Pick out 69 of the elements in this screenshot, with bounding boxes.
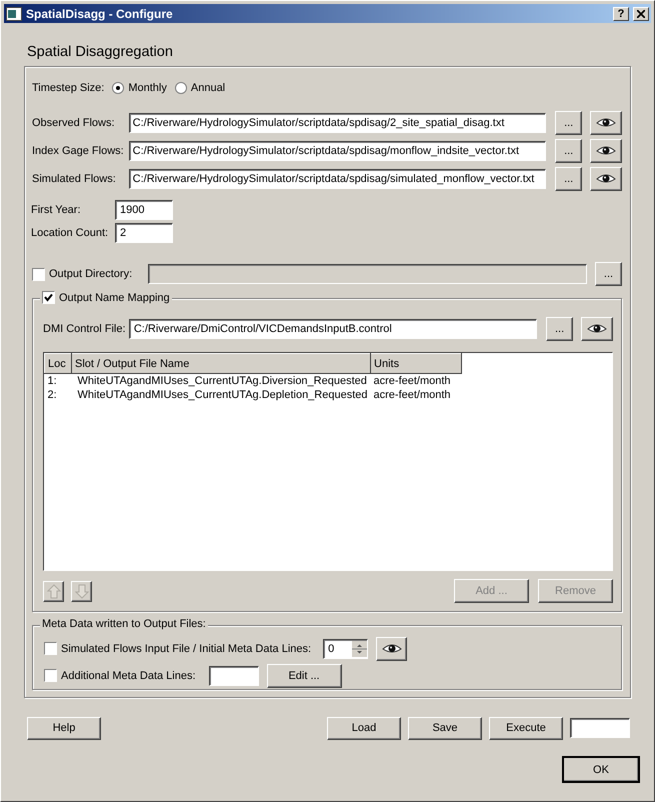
browse-button[interactable]: ... (595, 262, 622, 286)
view-button[interactable] (590, 111, 622, 135)
column-header[interactable]: Units (370, 354, 462, 374)
table-cell: WhiteUTAgandMIUses_CurrentUTAg.Diversion_Requested (72, 374, 371, 388)
help-button[interactable]: Help (27, 716, 101, 740)
column-header[interactable]: Slot / Output File Name (72, 354, 371, 374)
action-button[interactable]: Execute (489, 716, 563, 740)
close-button[interactable] (633, 6, 649, 20)
path-field[interactable]: C:/Riverware/HydrologySimulator/scriptdata/spdisag/monflow_indsite_vector.txt (128, 141, 546, 161)
table-cell-text: WhiteUTAgandMIUses_CurrentUTAg.Depletion_Requested (76, 388, 369, 402)
spin-box[interactable]: 0 (323, 638, 368, 658)
number-field[interactable]: 2 (115, 222, 173, 242)
view-button[interactable] (590, 139, 622, 163)
view-button[interactable] (376, 636, 408, 660)
spin-arrows-icon (352, 640, 368, 656)
radio-option[interactable]: Annual (174, 82, 226, 94)
browse-button[interactable]: ... (555, 139, 582, 163)
group-title: Output Name Mapping (59, 292, 170, 304)
window-title: SpatialDisagg - Configure (26, 6, 174, 20)
field-label: Index Gage Flows: (32, 145, 125, 157)
timestep-label: Timestep Size: (32, 82, 104, 94)
lines-field[interactable] (208, 666, 259, 686)
browse-button[interactable]: ... (555, 167, 582, 191)
checkbox[interactable] (44, 669, 57, 682)
radio-button[interactable] (174, 82, 187, 94)
up-arrow-icon (46, 584, 60, 598)
table-cell-text: 2: (46, 388, 58, 402)
eye-icon (596, 145, 616, 157)
checkbox[interactable] (42, 291, 55, 304)
view-button[interactable] (590, 167, 622, 191)
action-button[interactable]: Load (327, 716, 401, 740)
field-label: DMI Control File: (43, 323, 127, 335)
help-button[interactable]: ? (613, 6, 629, 20)
checkbox-label: Additional Meta Data Lines: (61, 670, 196, 682)
edit-button[interactable]: Edit ... (266, 664, 342, 688)
column-header[interactable]: Loc (44, 354, 72, 374)
checkbox-label: Output Directory: (49, 268, 134, 280)
radio-option[interactable]: Monthly (112, 82, 167, 94)
action-button[interactable]: Save (408, 716, 482, 740)
app-icon (6, 6, 22, 20)
group-title: Meta Data written to Output Files: (40, 618, 208, 630)
field-label: Observed Flows: (32, 117, 116, 129)
section-heading: Spatial Disaggregation (27, 44, 174, 60)
eye-icon (596, 117, 616, 129)
path-field[interactable]: C:/Riverware/DmiControl/VICDemandsInputB.control (128, 319, 538, 339)
close-icon (637, 10, 645, 18)
ok-button[interactable]: OK (563, 757, 639, 782)
eye-icon (382, 642, 402, 654)
field-label: Location Count: (31, 226, 110, 238)
eye-icon (596, 173, 616, 185)
checkbox[interactable] (44, 642, 57, 655)
table-cell-text: acre-feet/month (372, 388, 452, 402)
radio-button[interactable] (112, 82, 124, 94)
directory-field[interactable] (148, 264, 587, 284)
number-field[interactable]: 1900 (115, 200, 173, 220)
browse-button[interactable]: ... (555, 111, 582, 135)
field-label: First Year: (31, 204, 82, 216)
down-arrow-icon (74, 584, 88, 598)
table-cell: 1: (44, 374, 72, 388)
eye-icon (587, 323, 608, 335)
checkbox[interactable] (32, 268, 45, 280)
table-cell: acre-feet/month (370, 374, 462, 388)
path-field[interactable]: C:/Riverware/HydrologySimulator/scriptdata/spdisag/2_site_spatial_disag.txt (128, 113, 546, 133)
browse-button[interactable]: ... (546, 317, 574, 341)
status-field (570, 718, 630, 738)
view-button[interactable] (581, 317, 613, 341)
field-label: Simulated Flows: (32, 173, 117, 185)
checkbox-label: Simulated Flows Input File / Initial Meta Data Lines: (61, 642, 312, 654)
path-field[interactable]: C:/Riverware/HydrologySimulator/scriptdata/spdisag/simulated_monflow_vector.txt (128, 169, 546, 189)
